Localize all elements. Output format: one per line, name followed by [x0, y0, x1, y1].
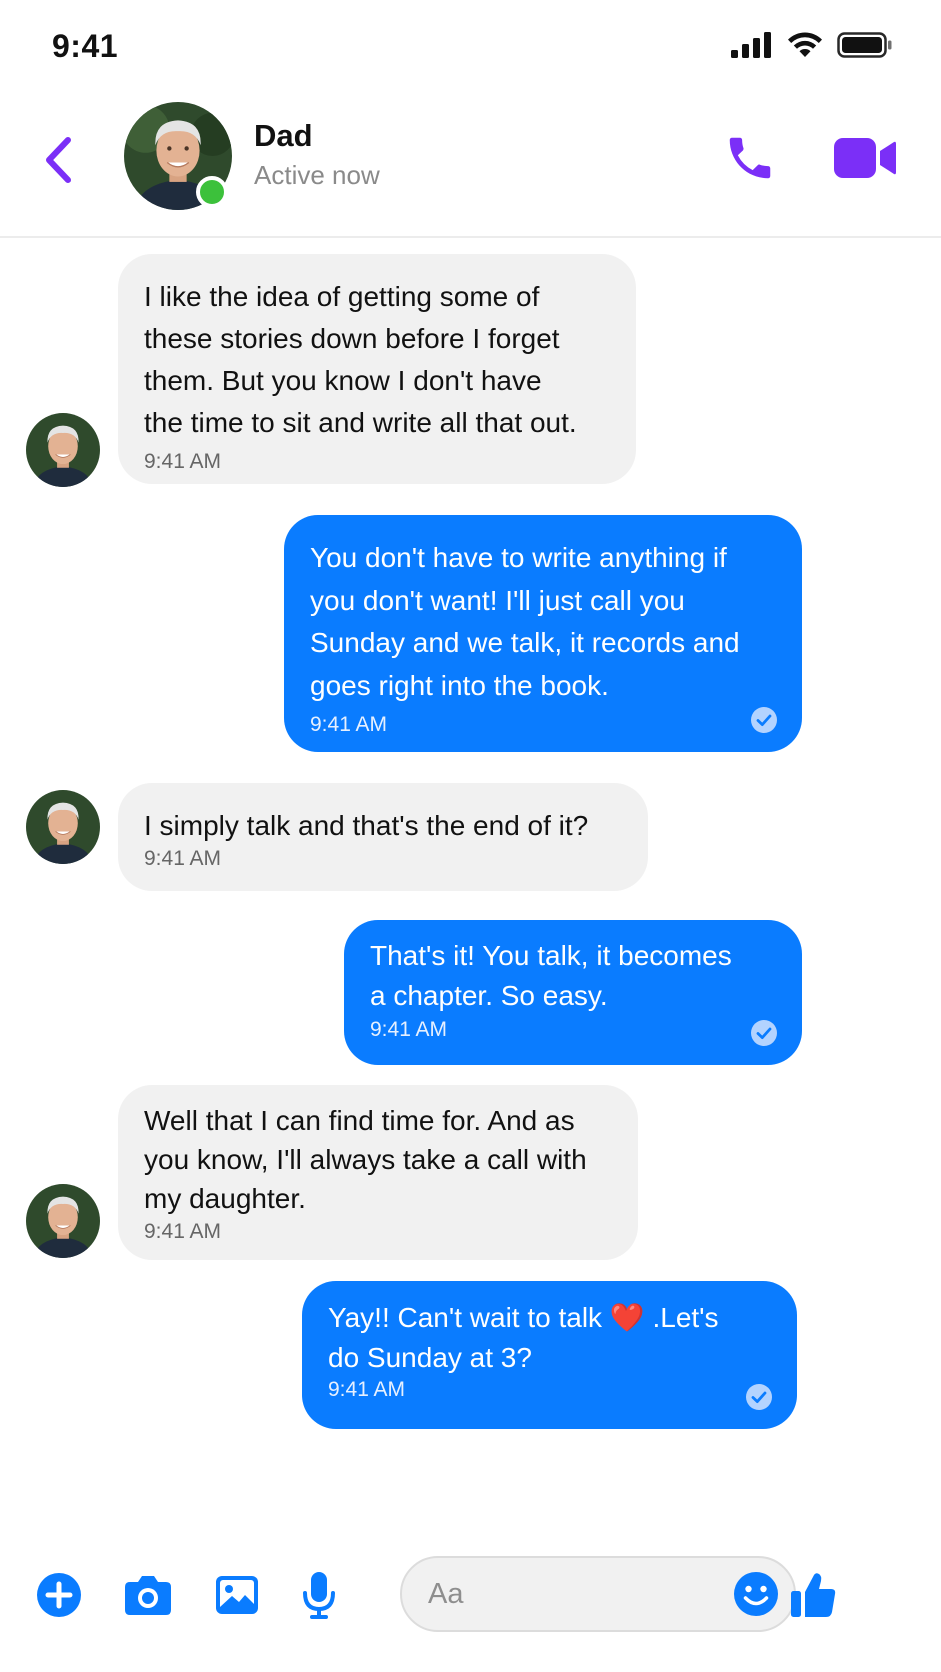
read-check-icon: [751, 1020, 777, 1046]
message-input[interactable]: [428, 1558, 718, 1630]
message-timestamp: 9:41 AM: [144, 1220, 222, 1243]
outgoing-message-bubble[interactable]: Yay!! Can't wait to talk ❤️ .Let's do Su…: [302, 1281, 797, 1429]
emoji-button[interactable]: [732, 1570, 780, 1618]
conversation-header: Dad Active now: [0, 92, 941, 238]
message-timestamp: 9:41 AM: [370, 1018, 448, 1041]
messenger-chat-screen: 9:41 Dad Active now I like the idea of g…: [0, 0, 941, 1672]
back-button[interactable]: [38, 130, 78, 190]
incoming-message-bubble[interactable]: I like the idea of getting some of these…: [118, 254, 636, 484]
video-camera-icon: [834, 138, 896, 178]
read-check-icon: [751, 707, 777, 733]
video-call-button[interactable]: [832, 128, 898, 188]
add-attachment-button[interactable]: [34, 1570, 84, 1620]
incoming-message-bubble[interactable]: Well that I can find time for. And as yo…: [118, 1085, 638, 1260]
outgoing-message-bubble[interactable]: You don't have to write anything if you …: [284, 515, 802, 752]
gallery-button[interactable]: [212, 1570, 262, 1620]
contact-active-status: Active now: [254, 160, 380, 190]
message-text: You don't have to write anything if you …: [310, 542, 740, 701]
person-avatar-icon: [26, 790, 100, 864]
battery-icon: [837, 32, 892, 58]
incoming-message-bubble[interactable]: I simply talk and that's the end of it? …: [118, 783, 648, 891]
message-timestamp: 9:41 AM: [144, 847, 222, 870]
online-status-dot: [196, 176, 228, 208]
message-text: Yay!! Can't wait to talk ❤️ .Let's do Su…: [328, 1302, 719, 1373]
like-button[interactable]: [786, 1570, 840, 1620]
message-text: I like the idea of getting some of these…: [144, 281, 577, 438]
voice-message-button[interactable]: [294, 1570, 344, 1620]
camera-icon: [125, 1576, 171, 1615]
status-icons: [731, 32, 893, 58]
phone-icon: [729, 137, 771, 179]
message-input-container[interactable]: [400, 1556, 796, 1632]
message-timestamp: 9:41 AM: [328, 1378, 406, 1401]
image-icon: [216, 1576, 258, 1614]
sender-avatar[interactable]: [26, 413, 100, 487]
status-time: 9:41: [52, 28, 119, 64]
message-text: I simply talk and that's the end of it?: [144, 810, 589, 841]
microphone-icon: [303, 1572, 335, 1619]
message-timestamp: 9:41 AM: [144, 450, 222, 473]
contact-name[interactable]: Dad: [254, 118, 313, 154]
chevron-left-icon: [46, 137, 71, 183]
message-composer-toolbar: [0, 1540, 941, 1650]
message-text: Well that I can find time for. And as yo…: [144, 1105, 587, 1214]
read-check-icon: [746, 1384, 772, 1410]
outgoing-message-bubble[interactable]: That's it! You talk, it becomes a chapte…: [344, 920, 802, 1065]
plus-icon: [37, 1573, 81, 1617]
voice-call-button[interactable]: [720, 128, 780, 188]
cellular-signal-icon: [731, 32, 771, 58]
sender-avatar[interactable]: [26, 790, 100, 864]
person-avatar-icon: [26, 1184, 100, 1258]
thumbs-up-icon: [791, 1573, 836, 1617]
camera-button[interactable]: [123, 1570, 173, 1620]
message-timestamp: 9:41 AM: [310, 713, 388, 736]
emoji-icon: [734, 1572, 778, 1616]
person-avatar-icon: [26, 413, 100, 487]
wifi-icon: [788, 32, 822, 57]
status-bar: 9:41: [0, 0, 941, 92]
message-text: That's it! You talk, it becomes a chapte…: [370, 940, 732, 1011]
sender-avatar[interactable]: [26, 1184, 100, 1258]
